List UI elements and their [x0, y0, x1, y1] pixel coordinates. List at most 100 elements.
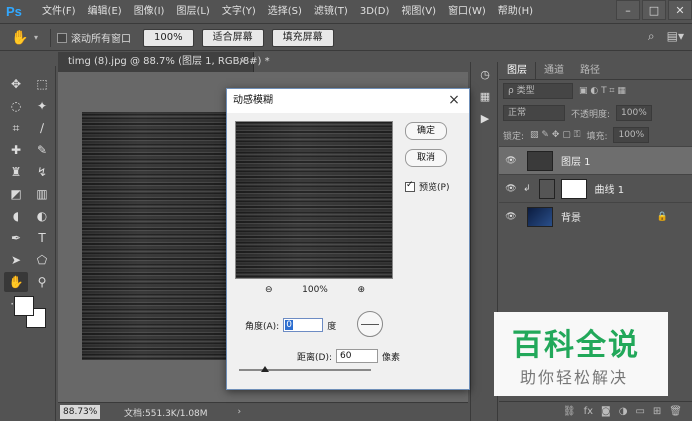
blur-tool-icon[interactable]: ◖: [4, 206, 28, 226]
layer-name: 曲线 1: [594, 185, 625, 196]
menu-3d[interactable]: 3D(D): [354, 0, 396, 24]
menu-view[interactable]: 视图(V): [395, 0, 442, 24]
layer-filter-select[interactable]: ρ 类型: [503, 83, 573, 99]
tab-channels[interactable]: 通道: [536, 62, 572, 79]
search-icon[interactable]: ⌕: [648, 29, 655, 44]
zoom-100-button[interactable]: 100%: [143, 28, 194, 47]
marquee-tool-icon[interactable]: ⬚: [30, 74, 54, 94]
trash-icon[interactable]: 🗑: [669, 406, 682, 417]
menu-window[interactable]: 窗口(W): [442, 0, 492, 24]
link-icon[interactable]: ⛓: [563, 406, 576, 417]
adjustment-icon[interactable]: ◑: [619, 406, 628, 417]
preview-image[interactable]: [235, 121, 393, 279]
gradient-tool-icon[interactable]: ▥: [30, 184, 54, 204]
layer-row[interactable]: 👁 图层 1: [499, 146, 692, 174]
zoom-in-icon[interactable]: ⊕: [357, 285, 365, 295]
zoom-out-icon[interactable]: ⊖: [265, 285, 273, 295]
brush-tool-icon[interactable]: ✎: [30, 140, 54, 160]
blend-mode-select[interactable]: 正常: [503, 105, 565, 121]
ok-button[interactable]: 确定: [405, 122, 447, 140]
preview-checkbox[interactable]: [405, 180, 415, 192]
eraser-tool-icon[interactable]: ◩: [4, 184, 28, 204]
options-right: ⌕ ▤▾: [648, 29, 684, 44]
new-layer-icon[interactable]: ⊞: [653, 406, 661, 417]
workspace-icon[interactable]: ▤▾: [667, 29, 684, 44]
filter-row: ρ 类型 ▣ ◐ T ⌗ ▦: [499, 80, 692, 102]
close-icon[interactable]: ×: [445, 91, 463, 109]
slider-knob[interactable]: [261, 366, 270, 372]
properties-panel-icon[interactable]: ▦: [474, 88, 496, 106]
menu-filter[interactable]: 滤镜(T): [308, 0, 354, 24]
angle-dial[interactable]: [357, 311, 383, 337]
eye-icon[interactable]: 👁: [503, 212, 519, 222]
path-select-icon[interactable]: ➤: [4, 250, 28, 270]
folder-icon[interactable]: ▭: [635, 406, 644, 417]
zoom-field[interactable]: 88.73%: [60, 405, 100, 419]
tab-layers[interactable]: 图层: [499, 62, 536, 79]
shape-tool-icon[interactable]: ⬠: [30, 250, 54, 270]
chevron-right-icon[interactable]: ›: [238, 407, 242, 417]
eyedropper-icon[interactable]: ∕: [30, 118, 54, 138]
distance-input[interactable]: 60: [336, 349, 378, 363]
fill-screen-button[interactable]: 填充屏幕: [271, 28, 334, 47]
minimize-icon[interactable]: –: [616, 0, 640, 20]
zoom-tool-icon[interactable]: ⚲: [30, 272, 54, 292]
layer-row[interactable]: 👁 背景 🔒: [499, 202, 692, 230]
move-tool-icon[interactable]: ✥: [4, 74, 28, 94]
fill-label: 填充:: [586, 131, 608, 142]
eye-icon[interactable]: 👁: [503, 184, 519, 194]
crop-tool-icon[interactable]: ⌗: [4, 118, 28, 138]
document-image[interactable]: [82, 112, 232, 360]
preview-toggle[interactable]: 预览(P): [405, 180, 449, 193]
mask-icon[interactable]: ◙: [601, 406, 611, 417]
curves-icon: [538, 178, 555, 199]
close-icon[interactable]: ×: [239, 52, 247, 72]
angle-label: 角度(A):: [245, 321, 280, 332]
history-brush-icon[interactable]: ↯: [30, 162, 54, 182]
healing-brush-icon[interactable]: ✚: [4, 140, 28, 160]
angle-input[interactable]: 0: [283, 318, 324, 332]
type-tool-icon[interactable]: T: [30, 228, 54, 248]
lock-label: 锁定:: [503, 131, 525, 142]
menu-file[interactable]: 文件(F): [36, 0, 82, 24]
history-panel-icon[interactable]: ◷: [474, 66, 496, 84]
hand-tool-icon[interactable]: ✋: [6, 30, 34, 46]
foreground-color[interactable]: [14, 296, 34, 316]
menu-select[interactable]: 选择(S): [262, 0, 308, 24]
menu-help[interactable]: 帮助(H): [492, 0, 539, 24]
layer-name: 背景: [561, 213, 581, 224]
lasso-tool-icon[interactable]: ◌: [4, 96, 28, 116]
lock-icons[interactable]: ▧ ✎ ✥ ▢ ⚿: [530, 130, 580, 140]
dodge-tool-icon[interactable]: ◐: [30, 206, 54, 226]
maximize-icon[interactable]: □: [642, 0, 666, 20]
menu-layer[interactable]: 图层(L): [170, 0, 215, 24]
scroll-all-label: 滚动所有窗口: [71, 34, 131, 45]
menu-image[interactable]: 图像(I): [128, 0, 171, 24]
cancel-button[interactable]: 取消: [405, 149, 447, 167]
distance-slider[interactable]: [239, 366, 371, 372]
eye-icon[interactable]: 👁: [503, 156, 519, 166]
tab-paths[interactable]: 路径: [572, 62, 608, 79]
color-swatches[interactable]: [14, 296, 54, 336]
opacity-field[interactable]: 100%: [616, 105, 652, 121]
close-icon[interactable]: ✕: [668, 0, 692, 20]
play-icon[interactable]: ▶: [474, 110, 496, 128]
document-tab[interactable]: timg (8).jpg @ 88.7% (图层 1, RGB/8#) * ×: [58, 52, 270, 72]
photoshop-logo: Ps: [6, 3, 22, 19]
filter-icons[interactable]: ▣ ◐ T ⌗ ▦: [579, 86, 626, 96]
window-controls: – □ ✕: [614, 0, 692, 20]
menu-edit[interactable]: 编辑(E): [82, 0, 128, 24]
fit-screen-button[interactable]: 适合屏幕: [201, 28, 264, 47]
hand-tool-icon[interactable]: ✋: [4, 272, 28, 292]
options-bar: ✋ ▾ 滚动所有窗口 100% 适合屏幕 填充屏幕 ⌕ ▤▾: [0, 25, 692, 51]
layer-row[interactable]: 👁 ↲ 曲线 1: [499, 174, 692, 202]
doc-info: 文档:551.3K/1.08M: [124, 408, 208, 419]
magic-wand-icon[interactable]: ✦: [30, 96, 54, 116]
fx-icon[interactable]: fx: [584, 406, 593, 417]
fill-field[interactable]: 100%: [613, 127, 650, 143]
chevron-down-icon[interactable]: ▾: [34, 33, 44, 42]
stamp-tool-icon[interactable]: ♜: [4, 162, 28, 182]
menu-type[interactable]: 文字(Y): [216, 0, 262, 24]
pen-tool-icon[interactable]: ✒: [4, 228, 28, 248]
scroll-all-checkbox[interactable]: [57, 32, 67, 43]
